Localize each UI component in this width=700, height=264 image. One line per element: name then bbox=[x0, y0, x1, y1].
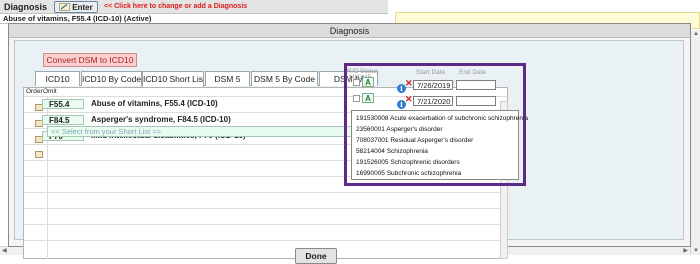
tab-icd10-by-code[interactable]: ICD10 By Code bbox=[81, 71, 142, 86]
scroll-down-icon[interactable]: ▼ bbox=[693, 248, 699, 254]
done-button[interactable]: Done bbox=[295, 248, 337, 264]
change-diagnosis-hint[interactable]: << Click here to change or add a Diagnos… bbox=[104, 3, 247, 10]
tab-icd10-short-list[interactable]: ICD10 Short List bbox=[142, 71, 204, 87]
diagnosis-description: Abuse of vitamins, F55.4 (ICD-10) bbox=[91, 99, 218, 108]
omit-column-header: Omit bbox=[43, 88, 57, 95]
order-column-header: Order bbox=[26, 88, 43, 95]
diagnosis-code: F55.4 bbox=[42, 99, 84, 109]
new-row-checkbox[interactable] bbox=[35, 151, 43, 158]
convert-dsm-button[interactable]: Convert DSM to ICD10 bbox=[43, 53, 137, 67]
enter-button[interactable]: Enter bbox=[54, 1, 98, 13]
enter-button-label: Enter bbox=[72, 2, 93, 12]
tab-icd10[interactable]: ICD10 bbox=[35, 71, 80, 86]
highlight-box bbox=[344, 63, 526, 186]
scroll-left-icon[interactable]: ◀ bbox=[2, 247, 7, 254]
grid-divider bbox=[24, 192, 507, 193]
tab-dsm5-by-code[interactable]: DSM 5 By Code bbox=[251, 71, 318, 86]
diagnosis-section-title: Diagnosis bbox=[4, 2, 48, 12]
pencil-icon bbox=[59, 3, 71, 11]
tab-dsm5[interactable]: DSM 5 bbox=[205, 71, 250, 86]
page-vertical-scrollbar[interactable]: ▲ ▼ bbox=[690, 30, 700, 255]
short-list-select[interactable]: << Select from your Short List >> bbox=[47, 126, 377, 137]
diagnosis-code: F84.5 bbox=[42, 115, 84, 125]
dialog-title: Diagnosis bbox=[9, 24, 690, 38]
scroll-right-icon[interactable]: ▶ bbox=[683, 247, 688, 254]
grid-divider bbox=[24, 208, 507, 209]
grid-divider bbox=[24, 240, 507, 241]
grid-divider bbox=[24, 224, 507, 225]
scroll-up-icon[interactable]: ▲ bbox=[693, 31, 699, 37]
diagnosis-description: Asperger's syndrome, F84.5 (ICD-10) bbox=[91, 115, 231, 124]
